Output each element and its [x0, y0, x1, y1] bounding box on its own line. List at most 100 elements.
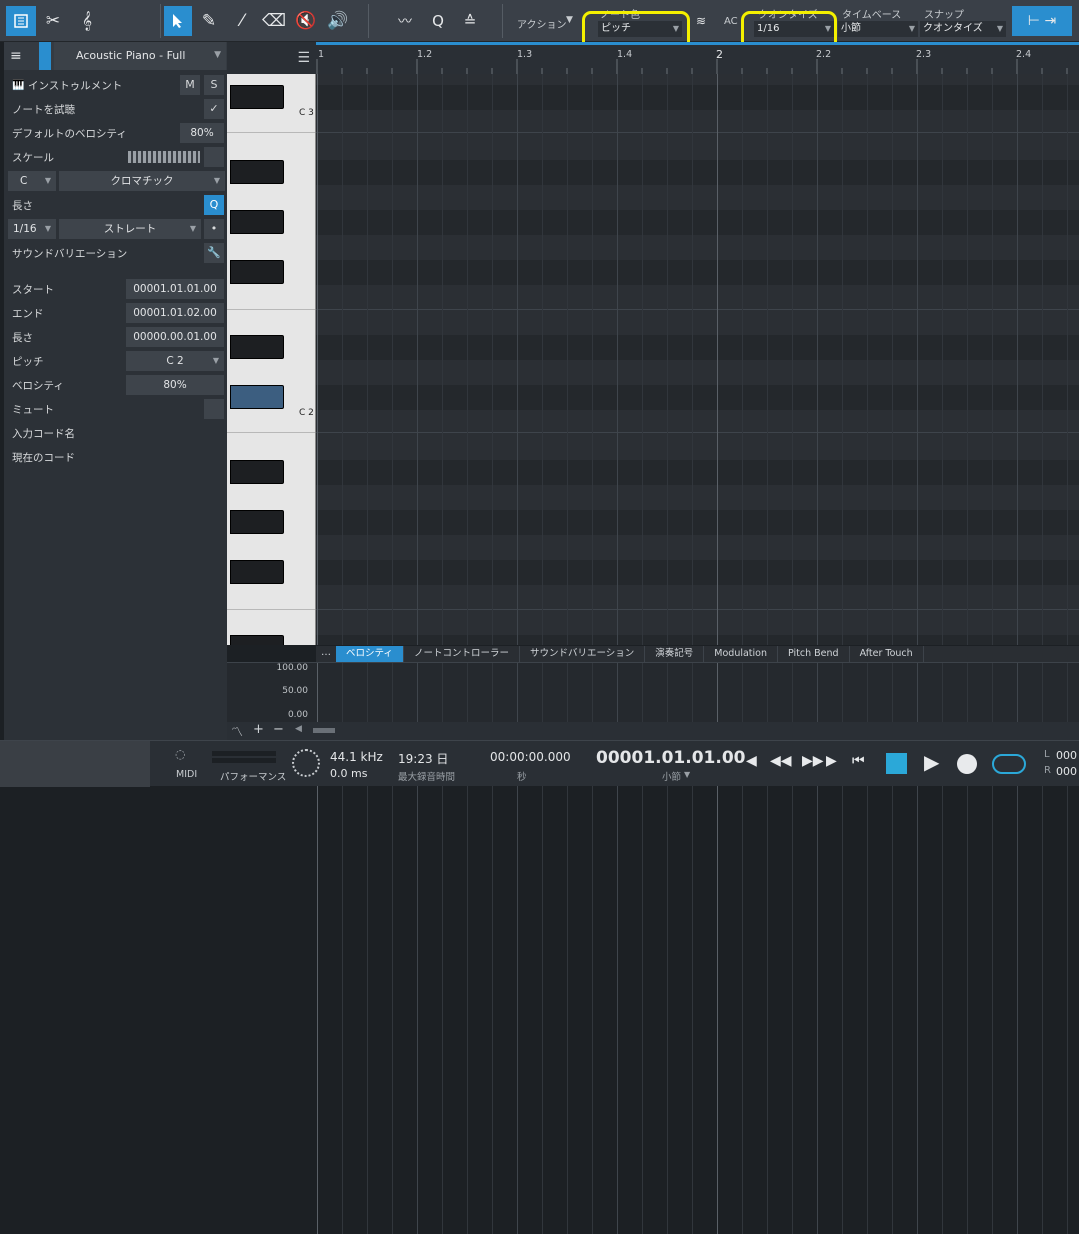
pitch-select[interactable]: C 2 ▼ — [126, 351, 224, 371]
mute-tool-icon[interactable]: 🔇 — [292, 6, 320, 36]
bars-display[interactable]: 00001.01.01.00 — [596, 748, 746, 768]
tab-modulation[interactable]: Modulation — [704, 646, 778, 662]
tab-after-touch[interactable]: After Touch — [850, 646, 924, 662]
midi-port-icon: ◌ — [175, 747, 186, 761]
timeline-ruler[interactable]: 1 1.2 1.3 1.4 2 2.2 2.3 2.4 — [316, 42, 1079, 74]
length-mode-select[interactable]: ストレート ▼ — [59, 219, 201, 239]
sound-variation-label: サウンドバリエーション — [12, 247, 128, 260]
tab-velocity[interactable]: ベロシティ — [336, 646, 404, 662]
track-select[interactable]: Acoustic Piano - Full ▼ — [54, 42, 226, 70]
length-mode-value: ストレート — [103, 223, 157, 235]
grid-line — [417, 74, 418, 645]
stop-icon[interactable] — [886, 753, 907, 774]
eraser-tool-icon[interactable]: ⌫ — [260, 6, 288, 36]
scale-root-select[interactable]: C ▼ — [8, 171, 56, 191]
record-icon[interactable] — [957, 754, 977, 774]
tab-pitch-bend[interactable]: Pitch Bend — [778, 646, 850, 662]
key-divider — [227, 609, 315, 610]
pencil-tool-icon[interactable]: ✎ — [195, 6, 223, 36]
black-key[interactable] — [230, 635, 284, 645]
quantize-q-icon[interactable]: Q — [424, 6, 452, 36]
scale-toggle[interactable] — [204, 147, 224, 167]
pitch-value: C 2 — [166, 355, 184, 367]
black-key[interactable] — [230, 85, 284, 109]
note-grid[interactable] — [316, 74, 1079, 645]
start-field[interactable]: 00001.01.01.00 — [126, 279, 224, 299]
bars-chevron-down-icon[interactable]: ▼ — [684, 770, 690, 779]
mute-button[interactable]: M — [180, 75, 200, 95]
default-velocity-field[interactable]: 80% — [180, 123, 224, 143]
tab-articulation[interactable]: 演奏記号 — [645, 646, 705, 662]
add-lane-icon[interactable]: + — [253, 722, 264, 737]
dotted-note-button[interactable]: • — [204, 219, 224, 239]
follow-scroll-icon[interactable]: ⊢ ⇥ — [1012, 6, 1072, 36]
black-key[interactable] — [230, 210, 284, 234]
play-icon[interactable]: ▶ — [924, 750, 939, 774]
arrow-tool-icon[interactable] — [164, 6, 192, 36]
wrench-icon[interactable]: 🔧 — [204, 243, 224, 263]
scissors-icon[interactable]: ✂ — [38, 6, 68, 36]
sync-indicator-icon[interactable] — [292, 749, 320, 777]
solo-button[interactable]: S — [204, 75, 224, 95]
remove-lane-icon[interactable]: − — [273, 722, 284, 737]
velocity-field[interactable]: 80% — [126, 375, 224, 395]
fast-forward-icon[interactable]: ▶▶ — [802, 753, 824, 769]
treble-clef-icon[interactable]: 𝄞 — [72, 6, 102, 36]
black-key[interactable] — [230, 460, 284, 484]
octave-line — [316, 609, 1079, 610]
note-color-options-icon[interactable]: ≋ — [692, 6, 710, 36]
loop-left-value[interactable]: 000 — [1056, 749, 1077, 762]
performance-meter — [212, 758, 276, 763]
return-to-zero-icon[interactable]: ⏮ — [852, 753, 865, 769]
split-icon[interactable]: ≙ — [456, 6, 484, 36]
length-quantize-q-icon[interactable]: Q — [204, 195, 224, 215]
key-divider — [227, 432, 315, 433]
loop-icon[interactable] — [992, 754, 1026, 774]
tab-sound-variation[interactable]: サウンドバリエーション — [520, 646, 646, 662]
piano-keyboard[interactable]: C 3 C 2 — [227, 74, 316, 645]
record-time: 19:23 日 — [398, 752, 449, 766]
grid-line — [642, 74, 643, 645]
note-length-field[interactable]: 00000.00.01.00 — [126, 327, 224, 347]
grid-line — [742, 74, 743, 645]
black-key[interactable] — [230, 335, 284, 359]
forward-end-icon[interactable]: ▶ — [826, 753, 837, 769]
scale-type-select[interactable]: クロマチック ▼ — [59, 171, 225, 191]
more-tabs-button[interactable]: … — [316, 646, 336, 662]
scroll-thumb[interactable] — [313, 728, 335, 733]
inspector-header: ≡ Acoustic Piano - Full ▼ — [4, 42, 227, 70]
scroll-left-icon[interactable]: ◀ — [295, 724, 302, 734]
mute-checkbox[interactable] — [204, 399, 224, 419]
black-key[interactable] — [230, 260, 284, 284]
grid-line — [792, 74, 793, 645]
inspector-toggle-icon[interactable] — [6, 6, 36, 36]
end-field[interactable]: 00001.01.02.00 — [126, 303, 224, 323]
track-color-swatch[interactable] — [39, 42, 51, 70]
rewind-start-icon[interactable]: ◀ — [746, 753, 757, 769]
grid-line — [467, 74, 468, 645]
velocity-lane[interactable] — [316, 662, 1079, 1234]
line-tool-icon[interactable]: ⁄ — [228, 6, 256, 36]
grid-line — [617, 74, 618, 645]
action-chevron-down-icon[interactable]: ▼ — [566, 15, 573, 25]
transform-icon[interactable]: 〰 — [390, 6, 420, 36]
listen-tool-icon[interactable]: 🔊 — [324, 6, 352, 36]
track-chevron-down-icon: ▼ — [214, 50, 221, 60]
black-key[interactable] — [230, 510, 284, 534]
loop-right-value[interactable]: 000 — [1056, 765, 1077, 778]
audition-checkbox-checkmark-icon[interactable]: ✓ — [204, 99, 224, 119]
snap-select[interactable]: クオンタイズ ▼ — [920, 21, 1006, 37]
list-view-icon[interactable]: ☰ — [297, 50, 310, 66]
tab-note-controller[interactable]: ノートコントローラー — [404, 646, 520, 662]
length-select[interactable]: 1/16 ▼ — [8, 219, 56, 239]
black-key[interactable] — [230, 160, 284, 184]
menu-icon[interactable]: ≡ — [10, 48, 28, 64]
black-key-selected[interactable] — [230, 385, 284, 409]
lane-toolbar: 〽 + − ◀ — [227, 722, 1079, 740]
rewind-icon[interactable]: ◀◀ — [770, 753, 792, 769]
timebase-select[interactable]: 小節 ▼ — [838, 21, 918, 37]
curve-icon[interactable]: 〽 — [231, 723, 243, 740]
action-menu[interactable]: アクション — [517, 16, 567, 31]
black-key[interactable] — [230, 560, 284, 584]
seconds-display[interactable]: 00:00:00.000 — [490, 750, 571, 764]
